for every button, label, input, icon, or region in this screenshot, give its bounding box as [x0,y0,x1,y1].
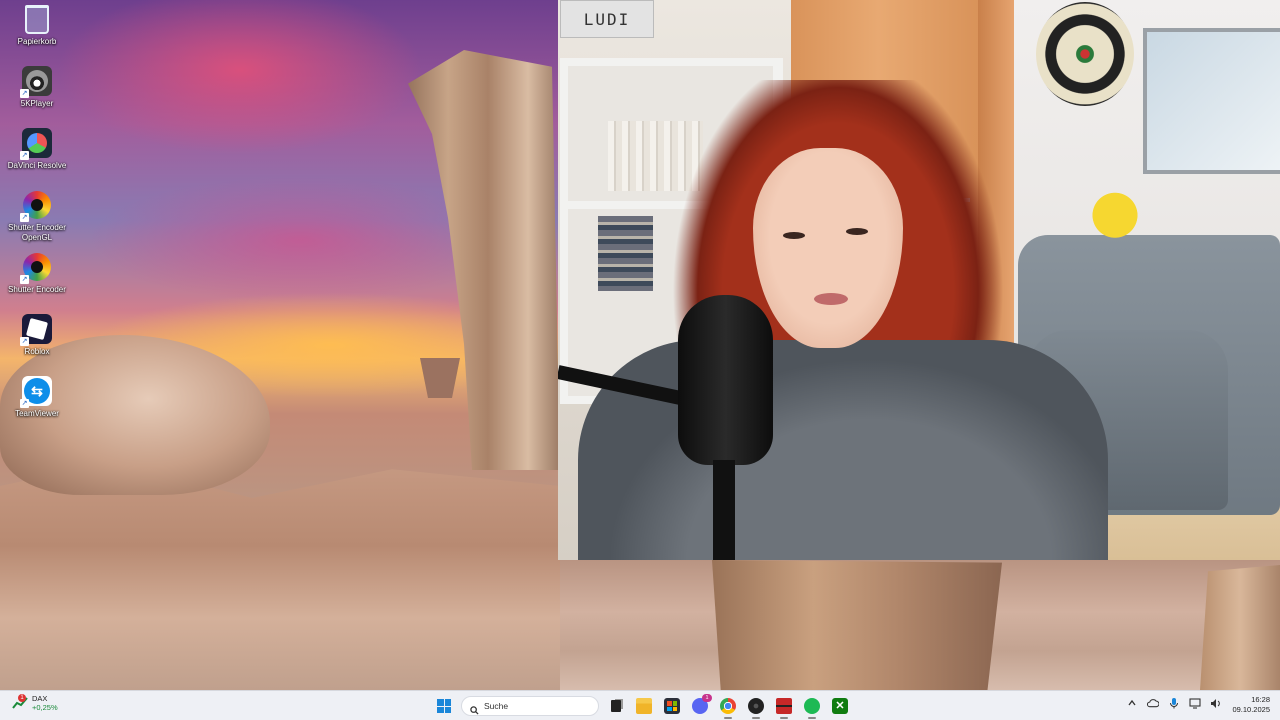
desktop-icon-label: Shutter Encoder OpenGL [8,223,66,242]
picture-frame [1143,28,1280,174]
desktop-icon-5kplayer[interactable]: ↗ 5KPlayer [4,64,70,126]
stock-change: +0,25% [32,703,58,712]
clock-time: 16:28 [1251,695,1270,704]
taskbar-file-explorer[interactable] [633,695,655,717]
davinci-resolve-icon: ↗ [20,128,52,160]
5kplayer-icon: ↗ [20,66,52,98]
webcam-overlay: LUDI [558,0,1280,560]
taskbar-clock[interactable]: 16:28 09.10.2025 [1232,695,1270,715]
lips [814,293,848,305]
desktop-icon-label: DaVinci Resolve [7,161,67,170]
roblox-icon: ↗ [20,314,52,346]
xbox-icon: ✕ [832,698,848,714]
eye [846,228,868,235]
task-view-icon [611,700,621,712]
volume-icon[interactable] [1210,697,1222,709]
taskbar: 1 DAX +0,25% Suche 1 ✕ 16:28 09.10.2025 [0,690,1280,720]
teamviewer-icon: ⇆ ↗ [20,376,52,408]
cloud-icon[interactable] [1147,697,1159,709]
chevron-up-icon[interactable] [1126,697,1138,709]
desktop-icon-teamviewer[interactable]: ⇆ ↗ TeamViewer [4,374,70,436]
voicemeeter-icon [776,698,792,714]
taskbar-voicemeeter[interactable] [773,695,795,719]
taskbar-chrome[interactable] [717,695,739,719]
desktop-icon-label: Roblox [24,347,50,356]
desktop-icon-label: Shutter Encoder [8,285,66,294]
streamer [558,80,1108,560]
wallpaper-rock [712,560,1002,690]
taskbar-xbox[interactable]: ✕ [829,695,851,717]
stock-chart-icon: 1 [12,694,28,710]
recycle-bin-icon [22,4,52,34]
desktop-icon-label: TeamViewer [15,409,59,418]
taskbar-obs[interactable] [745,695,767,719]
desktop-icon-davinci-resolve[interactable]: ↗ DaVinci Resolve [4,126,70,188]
monitor-icon[interactable] [1189,697,1201,709]
shutter-encoder-icon: ↗ [20,252,52,284]
search-icon [470,702,479,715]
clock-date: 09.10.2025 [1232,705,1270,714]
letterboard-sign: LUDI [560,0,654,38]
shutter-encoder-icon: ↗ [20,190,52,222]
desktop-icon-recycle-bin[interactable]: Papierkorb [4,2,70,64]
stock-name: DAX [32,694,48,703]
store-icon [664,698,680,714]
microphone-stand [713,460,735,560]
notification-badge: 1 [18,694,26,702]
desktop-icon-roblox[interactable]: ↗ Roblox [4,312,70,374]
taskbar-search[interactable]: Suche [461,696,599,716]
eye [783,232,805,239]
desktop-icon-shutter-encoder[interactable]: ↗ Shutter Encoder [4,250,70,312]
discord-badge: 1 [702,694,712,702]
windows-icon [437,699,451,713]
start-button[interactable] [433,695,455,717]
microphone [678,295,773,465]
sweater [578,340,1108,560]
desktop-icon-shutter-encoder-opengl[interactable]: ↗ Shutter Encoder OpenGL [4,188,70,250]
desktop-icon-label: 5KPlayer [20,99,54,108]
wallpaper-rock [1200,565,1280,690]
taskbar-apps: Suche 1 ✕ [433,693,851,719]
taskbar-discord[interactable]: 1 [689,694,712,717]
desktop-icon-label: Papierkorb [17,37,57,46]
stock-widget[interactable]: 1 DAX +0,25% [12,694,58,712]
obs-icon [748,698,764,714]
chrome-icon [720,698,736,714]
letterboard-text: LUDI [583,9,631,29]
taskbar-task-view[interactable] [605,695,627,717]
search-placeholder: Suche [484,701,509,711]
system-tray [1126,697,1222,709]
taskbar-microsoft-store[interactable] [661,695,683,717]
microphone-icon[interactable] [1168,697,1180,709]
desktop-icons: Papierkorb ↗ 5KPlayer ↗ DaVinci Resolve … [4,2,70,436]
wallpaper-rock [420,358,460,398]
taskbar-spotify[interactable] [801,695,823,719]
wallpaper-hoodoo [408,50,560,470]
spotify-icon [804,698,820,714]
folder-icon [636,698,652,714]
